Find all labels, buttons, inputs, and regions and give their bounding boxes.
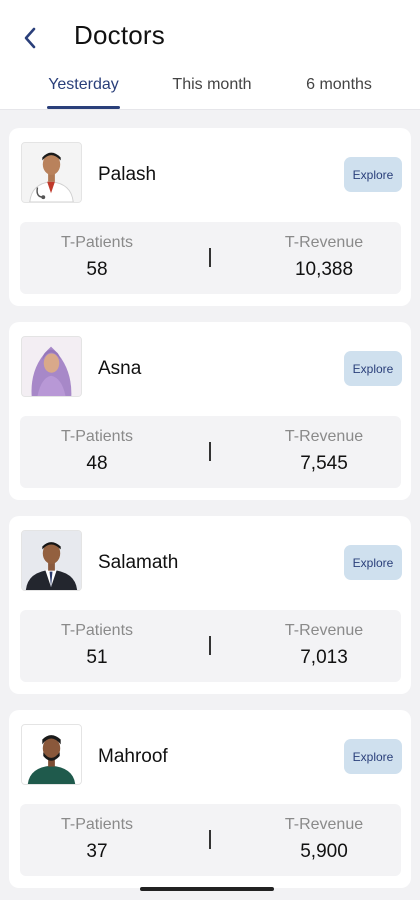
explore-button[interactable]: Explore [344, 739, 402, 774]
doctor-stats: T-Patients 58 T-Revenue 10,388 [20, 222, 401, 294]
patients-value: 51 [86, 647, 108, 668]
home-indicator[interactable] [140, 887, 274, 891]
doctor-card: Mahroof Explore T-Patients 37 T-Revenue … [9, 710, 411, 888]
tab-yesterday[interactable]: Yesterday [47, 76, 120, 94]
back-button[interactable] [14, 22, 46, 54]
doctor-card: Palash Explore T-Patients 58 T-Revenue 1… [9, 128, 411, 306]
explore-button[interactable]: Explore [344, 351, 402, 386]
stats-divider [209, 248, 211, 267]
revenue-label: T-Revenue [284, 234, 364, 251]
revenue-value: 5,900 [300, 841, 348, 862]
patients-value: 48 [86, 453, 108, 474]
doctor-photo-icon [22, 143, 81, 202]
patients-value: 37 [86, 841, 108, 862]
app-header: Doctors Yesterday This month 6 months [0, 0, 420, 110]
patients-label: T-Patients [60, 234, 134, 251]
doctor-stats: T-Patients 48 T-Revenue 7,545 [20, 416, 401, 488]
period-tabs: Yesterday This month 6 months [0, 70, 420, 110]
doctor-name: Palash [98, 164, 157, 185]
chevron-left-icon [24, 27, 36, 49]
doctor-name: Asna [98, 358, 142, 379]
doctor-photo-icon [22, 337, 81, 396]
patients-label: T-Patients [60, 622, 134, 639]
doctor-avatar [21, 336, 82, 397]
revenue-label: T-Revenue [284, 816, 364, 833]
tab-this-month[interactable]: This month [163, 76, 261, 94]
explore-button[interactable]: Explore [344, 157, 402, 192]
tab-6-months[interactable]: 6 months [296, 76, 382, 94]
active-tab-indicator [47, 106, 120, 109]
patients-value: 58 [86, 259, 108, 280]
stats-divider [209, 830, 211, 849]
doctor-card: Salamath Explore T-Patients 51 T-Revenue… [9, 516, 411, 694]
stats-divider [209, 636, 211, 655]
doctor-photo-icon [22, 531, 81, 590]
doctor-photo-icon [22, 725, 81, 784]
patients-label: T-Patients [60, 428, 134, 445]
doctor-avatar [21, 142, 82, 203]
page-title: Doctors [74, 20, 165, 50]
doctor-avatar [21, 530, 82, 591]
doctor-name: Mahroof [98, 746, 168, 767]
doctor-stats: T-Patients 51 T-Revenue 7,013 [20, 610, 401, 682]
revenue-label: T-Revenue [284, 428, 364, 445]
patients-label: T-Patients [60, 816, 134, 833]
revenue-value: 7,545 [300, 453, 348, 474]
doctor-name: Salamath [98, 552, 179, 573]
doctor-avatar [21, 724, 82, 785]
stats-divider [209, 442, 211, 461]
explore-button[interactable]: Explore [344, 545, 402, 580]
revenue-value: 10,388 [294, 259, 354, 280]
doctor-card: Asna Explore T-Patients 48 T-Revenue 7,5… [9, 322, 411, 500]
doctor-stats: T-Patients 37 T-Revenue 5,900 [20, 804, 401, 876]
revenue-label: T-Revenue [284, 622, 364, 639]
revenue-value: 7,013 [300, 647, 348, 668]
